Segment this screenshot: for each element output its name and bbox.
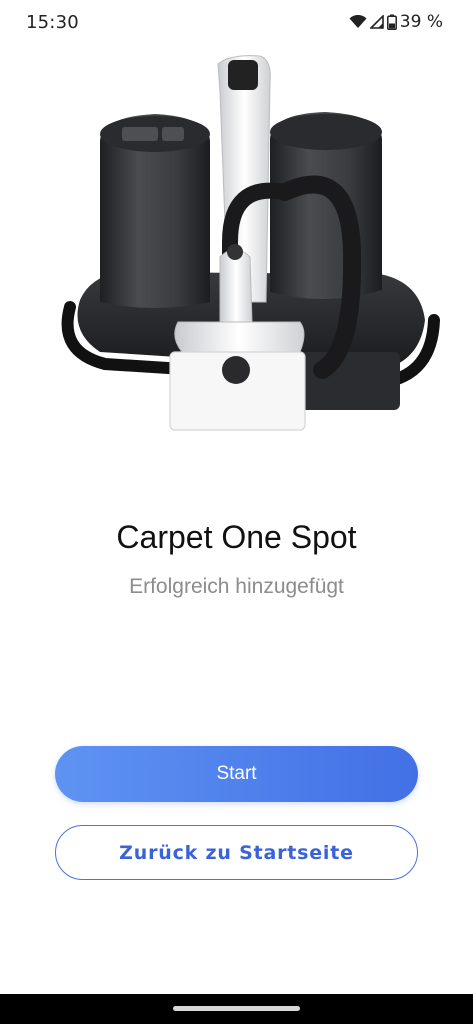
wifi-icon <box>349 15 367 29</box>
signal-icon <box>369 15 384 29</box>
setup-complete-screen: 15:30 39 % Carpet One Spot Erfolgreich h… <box>0 0 473 1024</box>
status-time: 15:30 <box>26 11 79 33</box>
device-name: Carpet One Spot <box>116 519 357 555</box>
navigation-bar <box>0 994 473 1024</box>
battery-icon <box>386 14 397 30</box>
device-added-status: Erfolgreich hinzugefügt <box>129 575 344 598</box>
status-bar: 15:30 39 % <box>0 0 473 44</box>
home-gesture-handle[interactable] <box>173 1006 300 1011</box>
start-button[interactable]: Start <box>55 746 418 802</box>
battery-percent: 39 % <box>399 12 443 32</box>
status-icons: 39 % <box>349 12 443 32</box>
back-to-home-button[interactable]: Zurück zu Startseite <box>55 825 418 880</box>
carpet-cleaner-image <box>60 52 440 437</box>
